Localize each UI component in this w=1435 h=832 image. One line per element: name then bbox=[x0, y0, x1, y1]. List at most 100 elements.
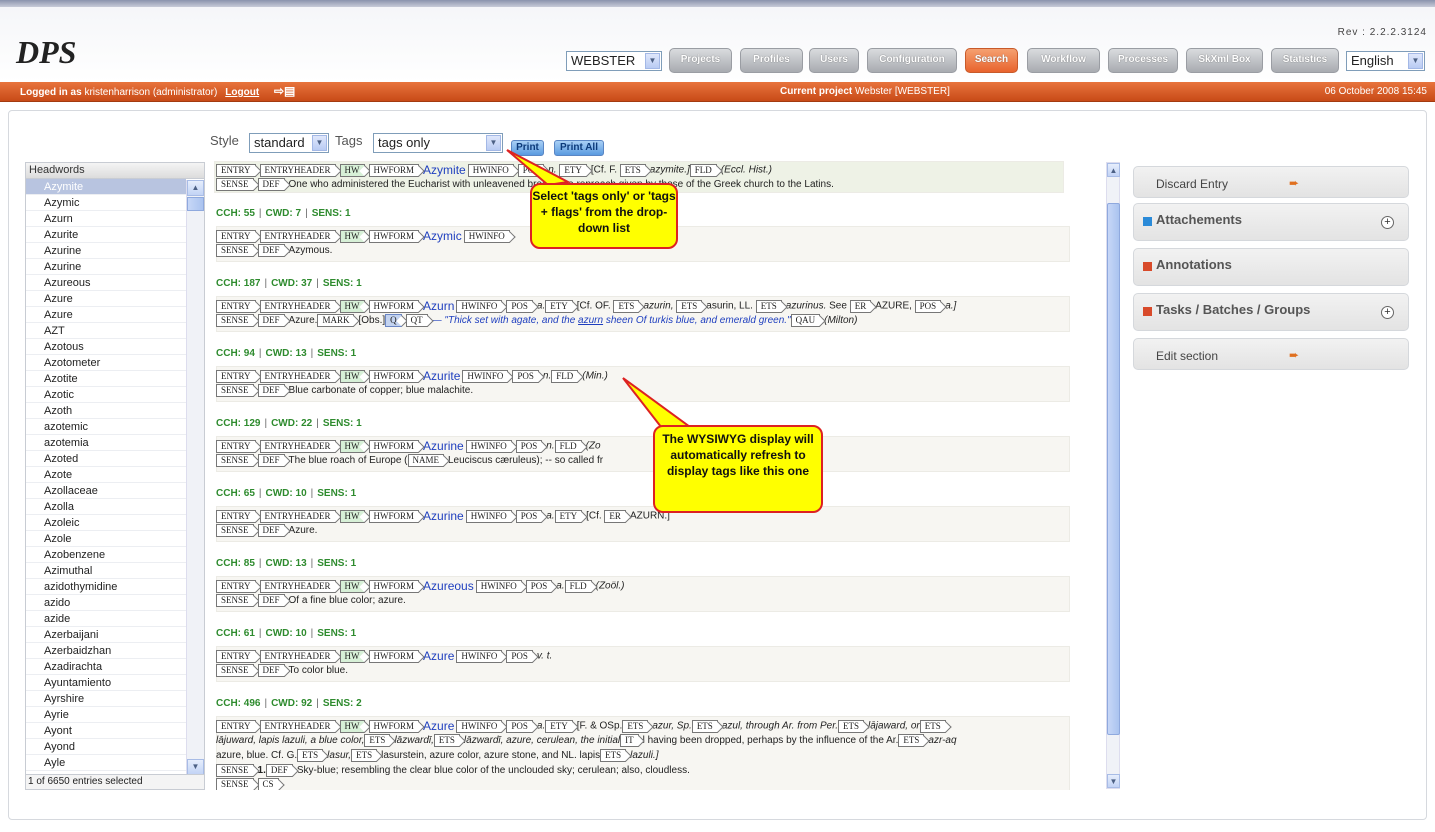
headwords-scrollbar[interactable]: ▲ ▼ bbox=[186, 180, 204, 775]
tag-def[interactable]: DEF bbox=[257, 454, 285, 467]
headword-item[interactable]: Ayuntamiento bbox=[26, 675, 186, 691]
dictionary-select[interactable]: WEBSTER ▼ bbox=[566, 51, 662, 71]
print-all-button[interactable]: Print All bbox=[554, 140, 604, 156]
headword-item[interactable]: Azoth bbox=[26, 403, 186, 419]
tag-pos[interactable]: POS bbox=[517, 163, 545, 177]
tag-def[interactable]: DEF bbox=[257, 384, 285, 397]
headword-item[interactable]: Azymic bbox=[26, 195, 186, 211]
tag-hw[interactable]: HW bbox=[339, 439, 365, 453]
headword-item[interactable]: Ayont bbox=[26, 723, 186, 739]
headword-item[interactable]: Azerbaidzhan bbox=[26, 643, 186, 659]
headword-item[interactable]: Azureous bbox=[26, 275, 186, 291]
discard-entry-button[interactable]: Discard Entry ➨ bbox=[1133, 166, 1409, 198]
headword-item[interactable]: azotemic bbox=[26, 419, 186, 435]
headword-item[interactable]: azotemia bbox=[26, 435, 186, 451]
nav-configuration[interactable]: Configuration bbox=[867, 48, 957, 73]
nav-profiles[interactable]: Profiles bbox=[740, 48, 803, 73]
headword-item[interactable]: Azurine bbox=[26, 259, 186, 275]
tag-entry[interactable]: ENTRY bbox=[216, 163, 256, 177]
nav-search[interactable]: Search bbox=[965, 48, 1018, 73]
tag-ety[interactable]: ETY bbox=[559, 163, 587, 177]
tag-hwform[interactable]: HWFORM bbox=[368, 579, 420, 593]
headword-item[interactable]: Azure bbox=[26, 291, 186, 307]
tag-def[interactable]: DEF bbox=[257, 594, 285, 607]
tag-ety[interactable]: ETY bbox=[545, 719, 573, 733]
tag-def[interactable]: DEF bbox=[257, 178, 285, 191]
tag-fld[interactable]: FLD bbox=[689, 163, 717, 177]
headword-item[interactable]: azide bbox=[26, 611, 186, 627]
tag-ets[interactable]: ETS bbox=[364, 734, 391, 747]
headword-item[interactable]: Azure bbox=[26, 307, 186, 323]
tag-hwform[interactable]: HWFORM bbox=[368, 719, 420, 733]
headword-item[interactable]: Azadirachta bbox=[26, 659, 186, 675]
tag-hwinfo[interactable]: HWINFO bbox=[465, 439, 512, 453]
tag-hw[interactable]: HW bbox=[339, 579, 365, 593]
content-scrollbar[interactable]: ▲ ▼ bbox=[1106, 162, 1120, 789]
tag-hwinfo[interactable]: HWINFO bbox=[463, 229, 510, 243]
tag-er[interactable]: ER bbox=[604, 509, 626, 523]
nav-processes[interactable]: Processes bbox=[1108, 48, 1178, 73]
headword-item[interactable]: Ayle bbox=[26, 755, 186, 771]
tag-qau[interactable]: QAU bbox=[790, 314, 821, 327]
scroll-down-icon[interactable]: ▼ bbox=[1107, 774, 1120, 788]
headword-item[interactable]: AZT bbox=[26, 323, 186, 339]
headword-item[interactable]: azido bbox=[26, 595, 186, 611]
annotations-section[interactable]: Annotations bbox=[1133, 248, 1409, 286]
tag-sense[interactable]: SENSE bbox=[216, 664, 254, 677]
tag-sense[interactable]: SENSE bbox=[216, 778, 254, 790]
tag-hwform[interactable]: HWFORM bbox=[368, 509, 420, 523]
scroll-thumb[interactable] bbox=[187, 197, 204, 211]
tag-er[interactable]: ER bbox=[849, 299, 872, 313]
headword-item[interactable]: Ayrie bbox=[26, 707, 186, 723]
tag-def[interactable]: DEF bbox=[257, 524, 285, 537]
tag-hw[interactable]: HW bbox=[339, 509, 365, 523]
tag-pos[interactable]: POS bbox=[515, 439, 543, 453]
tag-cs[interactable]: CS bbox=[257, 778, 279, 790]
plus-icon[interactable]: + bbox=[1381, 216, 1394, 229]
tag-sense[interactable]: SENSE bbox=[216, 178, 254, 191]
tag-ets[interactable]: ETS bbox=[600, 749, 627, 762]
tag-ets[interactable]: ETS bbox=[613, 299, 640, 313]
tag-sense[interactable]: SENSE bbox=[216, 524, 254, 537]
tag-sense[interactable]: SENSE bbox=[216, 454, 254, 467]
tag-hw[interactable]: HW bbox=[339, 299, 365, 313]
tag-hwform[interactable]: HWFORM bbox=[368, 163, 420, 177]
tag-hwinfo[interactable]: HWINFO bbox=[462, 369, 509, 383]
logout-link[interactable]: Logout bbox=[225, 87, 259, 98]
scroll-up-icon[interactable]: ▲ bbox=[1107, 163, 1120, 177]
tag-ets[interactable]: ETS bbox=[838, 719, 865, 733]
tag-ets[interactable]: ETS bbox=[622, 719, 649, 733]
tag-ets[interactable]: ETS bbox=[755, 299, 782, 313]
tag-fld[interactable]: FLD bbox=[554, 439, 582, 453]
tag-pos[interactable]: POS bbox=[515, 509, 543, 523]
tag-hwinfo[interactable]: HWINFO bbox=[456, 649, 503, 663]
tasks-section[interactable]: Tasks / Batches / Groups + bbox=[1133, 293, 1409, 331]
tag-entryheader[interactable]: ENTRYHEADER bbox=[259, 649, 336, 663]
tag-def[interactable]: DEF bbox=[257, 244, 285, 257]
print-screen-icon[interactable]: ⇨▤ bbox=[274, 84, 295, 98]
headword-item[interactable]: Azerbaijani bbox=[26, 627, 186, 643]
tag-sense[interactable]: SENSE bbox=[216, 764, 254, 777]
headword-item[interactable]: Azollaceae bbox=[26, 483, 186, 499]
tag-ets[interactable]: ETS bbox=[297, 749, 324, 762]
tag-hwinfo[interactable]: HWINFO bbox=[467, 163, 514, 177]
headword-item[interactable]: Ayond bbox=[26, 739, 186, 755]
tag-hwform[interactable]: HWFORM bbox=[368, 299, 420, 313]
tags-select[interactable]: tags only ▼ bbox=[373, 133, 503, 153]
headword-item[interactable]: Azoleic bbox=[26, 515, 186, 531]
tag-def[interactable]: DEF bbox=[257, 314, 285, 327]
tag-entryheader[interactable]: ENTRYHEADER bbox=[259, 719, 336, 733]
tag-sense[interactable]: SENSE bbox=[216, 244, 254, 257]
attachments-section[interactable]: Attachements + bbox=[1133, 203, 1409, 241]
tag-hw[interactable]: HW bbox=[339, 163, 365, 177]
nav-users[interactable]: Users bbox=[809, 48, 859, 73]
tag-ets[interactable]: ETS bbox=[433, 734, 460, 747]
tag-entry[interactable]: ENTRY bbox=[216, 229, 256, 243]
tag-sense[interactable]: SENSE bbox=[216, 314, 254, 327]
scroll-down-icon[interactable]: ▼ bbox=[187, 759, 204, 775]
tag-q[interactable]: Q bbox=[385, 314, 402, 327]
language-select[interactable]: English ▼ bbox=[1346, 51, 1425, 71]
tag-ets[interactable]: ETS bbox=[351, 749, 378, 762]
edit-section-button[interactable]: Edit section ➨ bbox=[1133, 338, 1409, 370]
tag-hw[interactable]: HW bbox=[339, 229, 365, 243]
